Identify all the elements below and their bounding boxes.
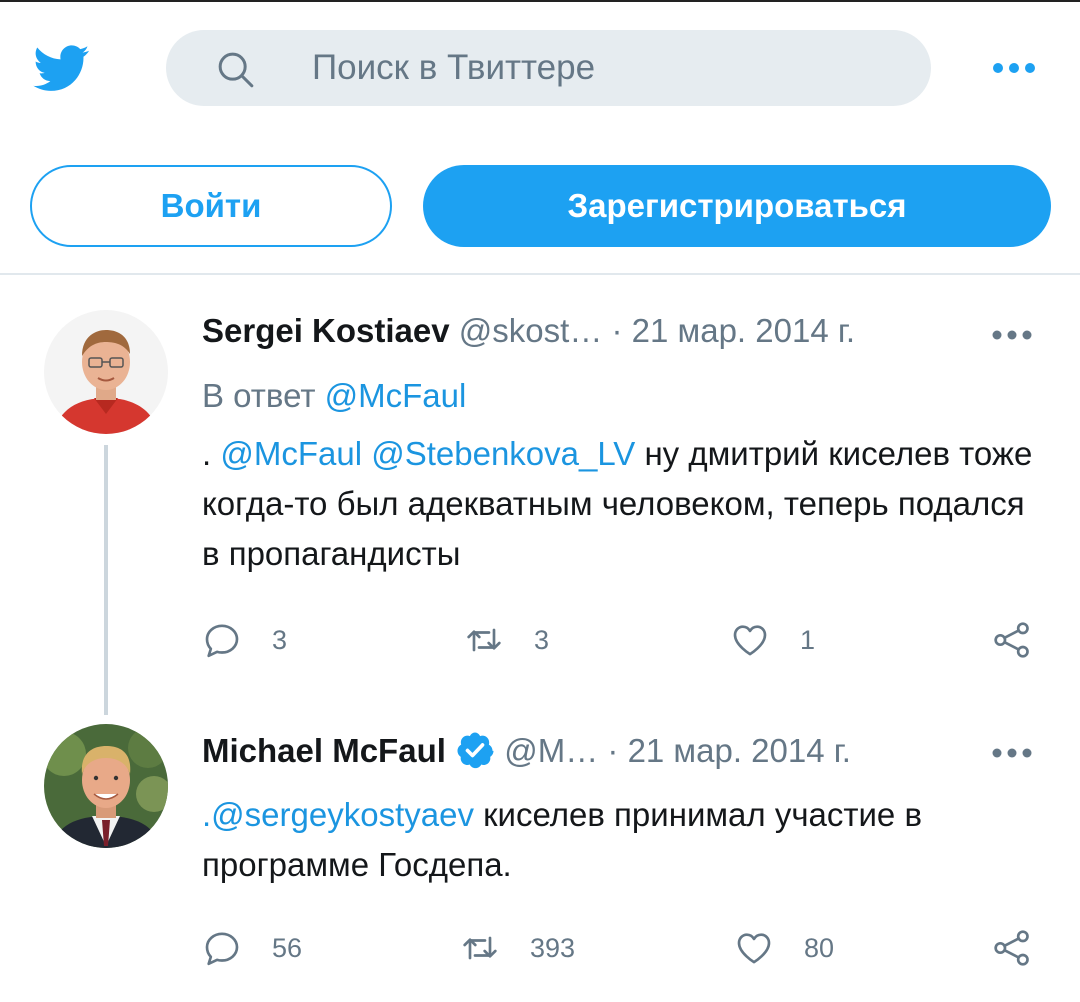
tweet-date[interactable]: 21 мар. 2014 г. — [628, 732, 851, 769]
tweet-header: Michael McFaul @M… · 21 мар. 2014 г. — [202, 730, 851, 774]
display-name[interactable]: Michael McFaul — [202, 732, 446, 769]
share-button[interactable] — [992, 926, 1032, 970]
like-button[interactable]: 80 — [734, 926, 834, 970]
more-options-icon[interactable] — [990, 746, 1034, 760]
retweet-icon — [463, 936, 497, 960]
tweet-text: .@sergeykostyaev киселев принимал участи… — [202, 790, 1032, 890]
separator: · — [598, 732, 628, 769]
reply-button[interactable]: 56 — [202, 926, 302, 970]
verified-badge-icon — [457, 732, 494, 769]
user-handle[interactable]: @M… — [504, 732, 598, 769]
tweet-actions: 56 393 80 — [202, 926, 1042, 970]
avatar[interactable] — [44, 724, 168, 848]
tweet-mcfaul[interactable]: Michael McFaul @M… · 21 мар. 2014 г. .@s… — [0, 0, 1080, 1002]
retweet-button[interactable]: 393 — [460, 926, 575, 970]
mention-link[interactable]: .@sergeykostyaev — [202, 796, 474, 833]
retweet-count: 393 — [530, 932, 576, 963]
heart-icon — [737, 933, 771, 964]
reply-icon — [205, 932, 239, 966]
share-icon — [994, 930, 1029, 966]
like-count: 80 — [804, 932, 835, 963]
reply-count: 56 — [272, 932, 303, 963]
